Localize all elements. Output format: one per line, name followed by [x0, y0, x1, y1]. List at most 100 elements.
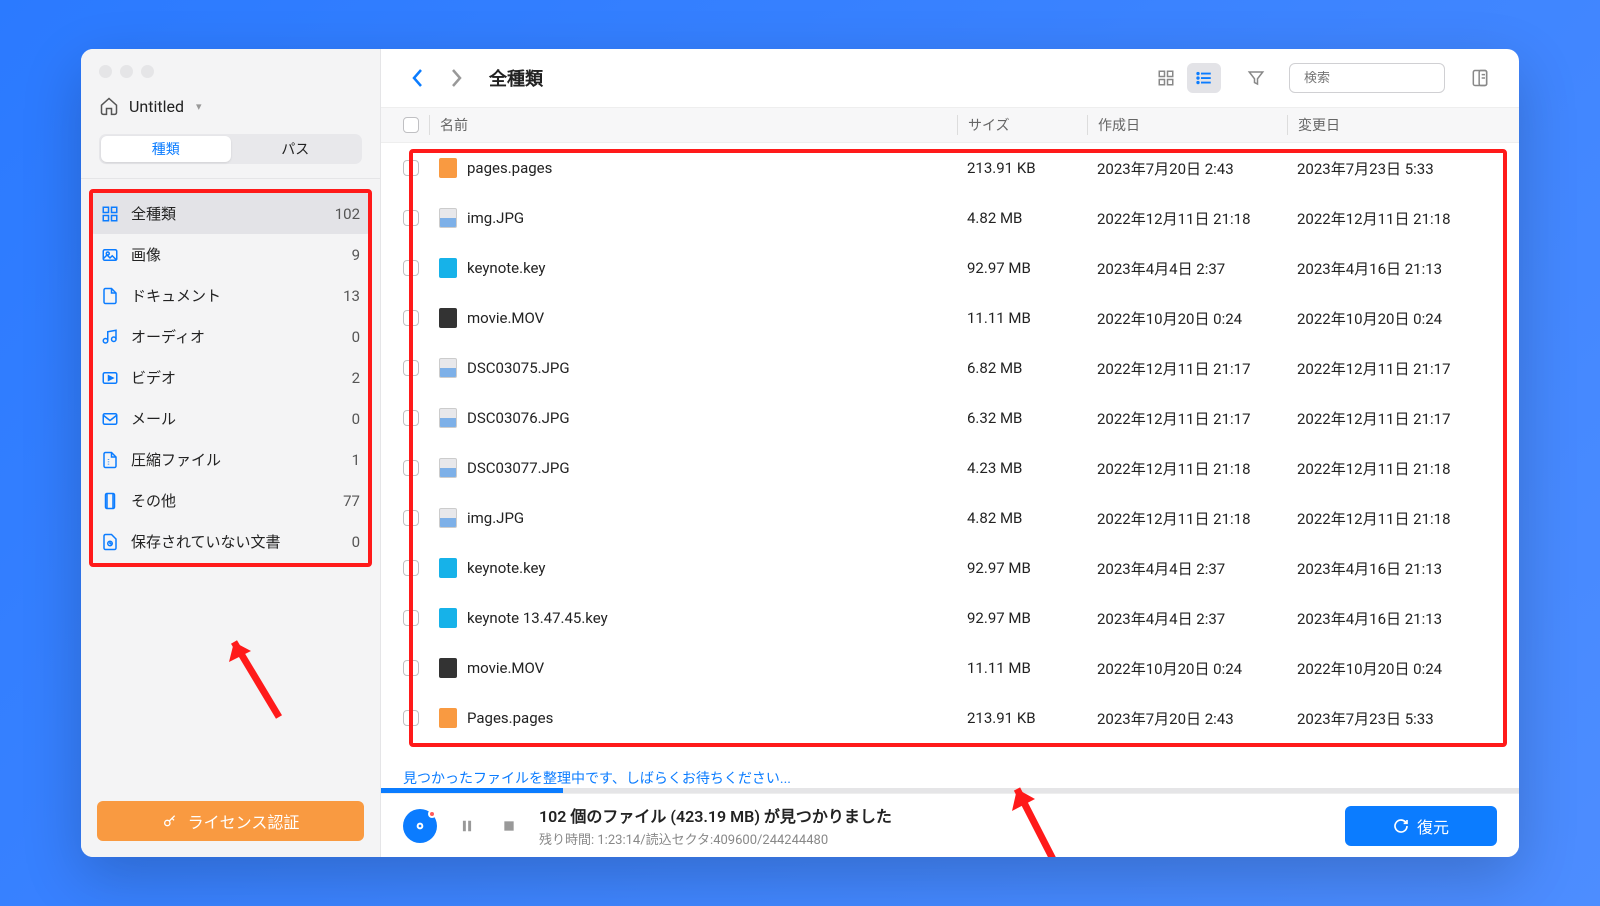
category-mail[interactable]: メール0	[89, 398, 372, 439]
category-grid[interactable]: 全種類102	[89, 193, 372, 234]
scan-status-icon[interactable]	[403, 809, 437, 843]
table-header: 名前 サイズ 作成日 変更日	[381, 107, 1519, 143]
file-size: 4.82 MB	[957, 509, 1087, 527]
video-icon	[101, 369, 119, 387]
table-row[interactable]: DSC03076.JPG6.32 MB2022年12月11日 21:172022…	[381, 393, 1519, 443]
file-modified: 2022年12月11日 21:18	[1287, 208, 1487, 229]
file-name: movie.MOV	[467, 659, 544, 677]
row-checkbox[interactable]	[403, 710, 419, 726]
file-size: 4.82 MB	[957, 209, 1087, 227]
preview-button[interactable]	[1463, 63, 1497, 93]
recover-label: 復元	[1417, 814, 1449, 838]
file-modified: 2022年10月20日 0:24	[1287, 658, 1487, 679]
table-row[interactable]: keynote.key92.97 MB2023年4月4日 2:372023年4月…	[381, 243, 1519, 293]
pause-button[interactable]	[455, 814, 479, 838]
file-modified: 2023年4月16日 21:13	[1287, 558, 1487, 579]
license-label: ライセンス認証	[188, 809, 300, 833]
row-checkbox[interactable]	[403, 460, 419, 476]
breadcrumb[interactable]: Untitled ▾	[81, 90, 380, 134]
home-icon	[99, 96, 119, 116]
category-count: 102	[335, 205, 360, 223]
table-row[interactable]: img.JPG4.82 MB2022年12月11日 21:182022年12月1…	[381, 193, 1519, 243]
zip-icon	[101, 451, 119, 469]
view-list[interactable]	[1187, 63, 1221, 93]
file-size: 11.11 MB	[957, 309, 1087, 327]
column-name[interactable]: 名前	[429, 115, 957, 135]
maximize-window[interactable]	[141, 65, 154, 78]
file-modified: 2022年12月11日 21:18	[1287, 508, 1487, 529]
stop-button[interactable]	[497, 814, 521, 838]
category-other[interactable]: その他77	[89, 480, 372, 521]
row-checkbox[interactable]	[403, 310, 419, 326]
file-created: 2023年7月20日 2:43	[1087, 158, 1287, 179]
table-row[interactable]: keynote 13.47.45.key92.97 MB2023年4月4日 2:…	[381, 593, 1519, 643]
file-modified: 2023年4月16日 21:13	[1287, 258, 1487, 279]
table-row[interactable]: movie.MOV11.11 MB2022年10月20日 0:242022年10…	[381, 643, 1519, 693]
file-name: keynote.key	[467, 559, 545, 577]
row-checkbox[interactable]	[403, 360, 419, 376]
category-count: 0	[352, 410, 360, 428]
file-size: 213.91 KB	[957, 709, 1087, 727]
column-modified[interactable]: 変更日	[1287, 115, 1487, 135]
column-created[interactable]: 作成日	[1087, 115, 1287, 135]
file-modified: 2022年12月11日 21:17	[1287, 358, 1487, 379]
row-checkbox[interactable]	[403, 260, 419, 276]
category-count: 9	[352, 246, 360, 264]
table-row[interactable]: pages.pages213.91 KB2023年7月20日 2:432023年…	[381, 143, 1519, 193]
sidebar: Untitled ▾ 種類 パス 全種類102画像9ドキュメント13オーディオ0…	[81, 49, 381, 857]
table-row[interactable]: Pages.pages213.91 KB2023年7月20日 2:432023年…	[381, 693, 1519, 743]
page-title: 全種類	[489, 65, 543, 91]
file-created: 2022年12月11日 21:17	[1087, 358, 1287, 379]
minimize-window[interactable]	[120, 65, 133, 78]
file-size: 4.23 MB	[957, 459, 1087, 477]
category-doc[interactable]: ドキュメント13	[89, 275, 372, 316]
file-created: 2022年12月11日 21:18	[1087, 508, 1287, 529]
table-row[interactable]: DSC03077.JPG4.23 MB2022年12月11日 21:182022…	[381, 443, 1519, 493]
column-size[interactable]: サイズ	[957, 115, 1087, 135]
row-checkbox[interactable]	[403, 410, 419, 426]
category-count: 0	[352, 328, 360, 346]
view-grid[interactable]	[1149, 63, 1183, 93]
row-checkbox[interactable]	[403, 610, 419, 626]
category-count: 2	[352, 369, 360, 387]
file-icon	[439, 558, 457, 578]
category-zip[interactable]: 圧縮ファイル1	[89, 439, 372, 480]
select-all-checkbox[interactable]	[403, 117, 419, 133]
category-audio[interactable]: オーディオ0	[89, 316, 372, 357]
image-icon	[101, 246, 119, 264]
breadcrumb-title: Untitled	[129, 97, 184, 116]
row-checkbox[interactable]	[403, 510, 419, 526]
table-row[interactable]: DSC03075.JPG6.82 MB2022年12月11日 21:172022…	[381, 343, 1519, 393]
nav-forward[interactable]	[441, 63, 471, 93]
file-icon	[439, 258, 457, 278]
category-image[interactable]: 画像9	[89, 234, 372, 275]
file-modified: 2023年7月23日 5:33	[1287, 708, 1487, 729]
category-label: 圧縮ファイル	[131, 449, 340, 470]
category-label: ビデオ	[131, 367, 340, 388]
recover-button[interactable]: 復元	[1345, 806, 1497, 846]
close-window[interactable]	[99, 65, 112, 78]
chevron-down-icon: ▾	[196, 100, 202, 113]
file-size: 213.91 KB	[957, 159, 1087, 177]
table-row[interactable]: keynote.key92.97 MB2023年4月4日 2:372023年4月…	[381, 543, 1519, 593]
file-name: img.JPG	[467, 509, 524, 527]
category-list: 全種類102画像9ドキュメント13オーディオ0 ビデオ 2 メール0圧縮ファイル1その…	[81, 179, 380, 785]
file-icon	[439, 608, 457, 628]
row-checkbox[interactable]	[403, 160, 419, 176]
nav-back[interactable]	[403, 63, 433, 93]
segment-path[interactable]: パス	[231, 136, 361, 162]
license-button[interactable]: ライセンス認証	[97, 801, 364, 841]
table-row[interactable]: movie.MOV11.11 MB2022年10月20日 0:242022年10…	[381, 293, 1519, 343]
file-modified: 2022年12月11日 21:18	[1287, 458, 1487, 479]
filter-button[interactable]	[1239, 63, 1273, 93]
row-checkbox[interactable]	[403, 560, 419, 576]
row-checkbox[interactable]	[403, 210, 419, 226]
category-count: 77	[343, 492, 360, 510]
segment-type[interactable]: 種類	[101, 136, 231, 162]
row-checkbox[interactable]	[403, 660, 419, 676]
category-unsaved[interactable]: 保存されていない文書0	[89, 521, 372, 562]
search-box[interactable]	[1289, 63, 1445, 93]
search-input[interactable]	[1304, 71, 1470, 86]
table-row[interactable]: img.JPG4.82 MB2022年12月11日 21:182022年12月1…	[381, 493, 1519, 543]
category-video[interactable]: ビデオ 2	[89, 357, 372, 398]
